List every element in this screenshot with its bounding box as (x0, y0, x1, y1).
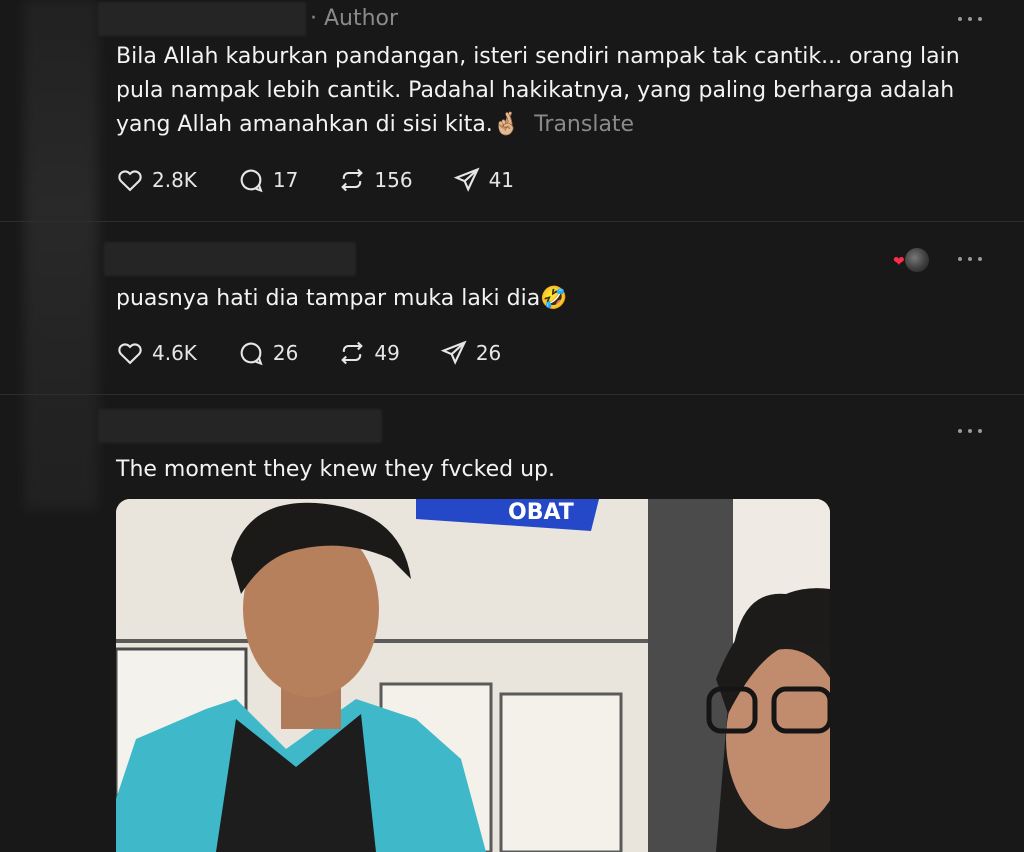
more-icon-dot (978, 17, 982, 21)
heart-icon (118, 343, 142, 365)
more-icon-dot (978, 257, 982, 261)
sign-text: OBAT (508, 500, 574, 525)
post-actions: 2.8K 17 156 41 (116, 166, 554, 194)
author-label: · Author (310, 6, 399, 31)
more-icon-dot (968, 257, 972, 261)
like-count: 4.6K (152, 341, 197, 365)
more-icon-dot (978, 429, 982, 433)
post-body: The moment they knew they fvcked up. (116, 457, 555, 482)
more-button[interactable] (958, 15, 982, 23)
share-icon (440, 340, 467, 365)
username-redacted (98, 2, 306, 36)
liked-by-avatar (905, 248, 929, 272)
post-text: Bila Allah kaburkan pandangan, isteri se… (116, 40, 966, 142)
like-button[interactable]: 2.8K (116, 166, 197, 194)
reply-count: 17 (272, 168, 299, 192)
more-icon-dot (958, 17, 962, 21)
share-button[interactable]: 26 (440, 339, 501, 367)
heart-icon (118, 170, 142, 192)
repost-button[interactable]: 49 (338, 339, 400, 367)
share-count: 26 (475, 341, 502, 365)
username-redacted (98, 409, 382, 443)
video-frame: OBAT (116, 499, 830, 852)
repost-icon (341, 168, 364, 192)
reply-icon (240, 169, 263, 193)
more-button[interactable] (958, 427, 982, 435)
username-redacted (104, 242, 356, 276)
emoji: 🤣 (540, 286, 568, 311)
emoji: 🤞🏼 (492, 112, 521, 137)
repost-icon (341, 341, 364, 365)
reply-button[interactable]: 17 (237, 166, 298, 194)
more-button[interactable] (958, 255, 982, 263)
like-count: 2.8K (152, 168, 197, 192)
translate-link[interactable]: Translate (534, 112, 634, 137)
more-icon-dot (968, 17, 972, 21)
repost-button[interactable]: 156 (338, 166, 413, 194)
video-thumbnail[interactable]: OBAT (116, 499, 830, 852)
post-2: ❤ puasnya hati dia tampar muka laki dia🤣… (0, 222, 1024, 394)
post-body: puasnya hati dia tampar muka laki dia (116, 286, 541, 311)
post-1: · Author Bila Allah kaburkan pandangan, … (0, 0, 1024, 221)
repost-count: 156 (374, 168, 413, 192)
reply-button[interactable]: 26 (237, 339, 298, 367)
share-button[interactable]: 41 (453, 166, 514, 194)
liked-heart-icon: ❤ (893, 254, 905, 270)
post-text: The moment they knew they fvcked up. (116, 453, 966, 487)
like-button[interactable]: 4.6K (116, 339, 197, 367)
more-icon-dot (958, 257, 962, 261)
share-icon (453, 167, 480, 192)
more-icon-dot (968, 429, 972, 433)
reply-count: 26 (272, 341, 299, 365)
more-icon-dot (958, 429, 962, 433)
reply-icon (240, 342, 263, 366)
post-text: puasnya hati dia tampar muka laki dia🤣 (116, 282, 966, 316)
share-count: 41 (488, 168, 515, 192)
post-actions: 4.6K 26 49 26 (116, 339, 541, 367)
repost-count: 49 (374, 341, 400, 365)
